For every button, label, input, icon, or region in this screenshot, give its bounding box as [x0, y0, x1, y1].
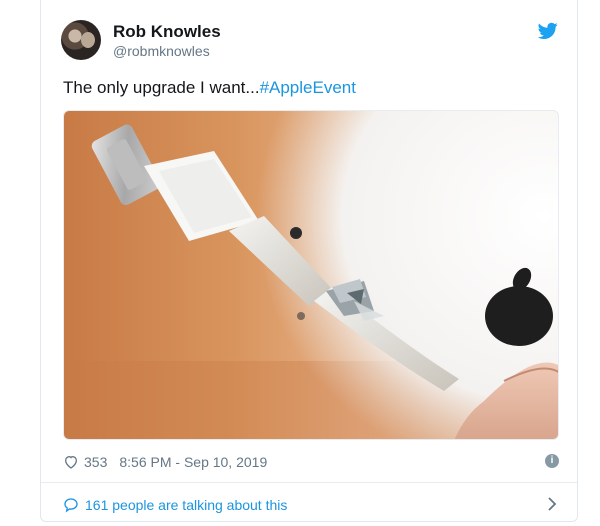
- speech-bubble-icon: [64, 498, 78, 513]
- info-icon[interactable]: i: [545, 454, 559, 468]
- like-count[interactable]: 353: [84, 454, 107, 470]
- talking-link[interactable]: 161 people are talking about this: [63, 495, 559, 515]
- avatar[interactable]: [61, 20, 101, 60]
- tweet-photo[interactable]: [63, 110, 559, 440]
- talking-label: 161 people are talking about this: [85, 497, 288, 513]
- avatar-face: [81, 32, 95, 48]
- hashtag-link[interactable]: #AppleEvent: [260, 78, 356, 97]
- tweet-card: Rob Knowles @robmknowles The only upgrad…: [40, 0, 578, 522]
- author-handle[interactable]: @robmknowles: [113, 43, 210, 59]
- divider: [41, 482, 577, 483]
- tweet-meta: 353 8:56 PM - Sep 10, 2019 i: [63, 452, 559, 472]
- tweet-body: The only upgrade I want...: [63, 78, 260, 97]
- twitter-bird-icon[interactable]: [538, 22, 558, 40]
- heart-icon[interactable]: [63, 454, 79, 470]
- tweet-text: The only upgrade I want...#AppleEvent: [63, 78, 356, 98]
- tweet-timestamp[interactable]: 8:56 PM - Sep 10, 2019: [119, 454, 267, 470]
- chevron-right-icon[interactable]: [547, 497, 557, 511]
- frayed-cable-photo: [64, 111, 558, 439]
- author-name[interactable]: Rob Knowles: [113, 22, 221, 42]
